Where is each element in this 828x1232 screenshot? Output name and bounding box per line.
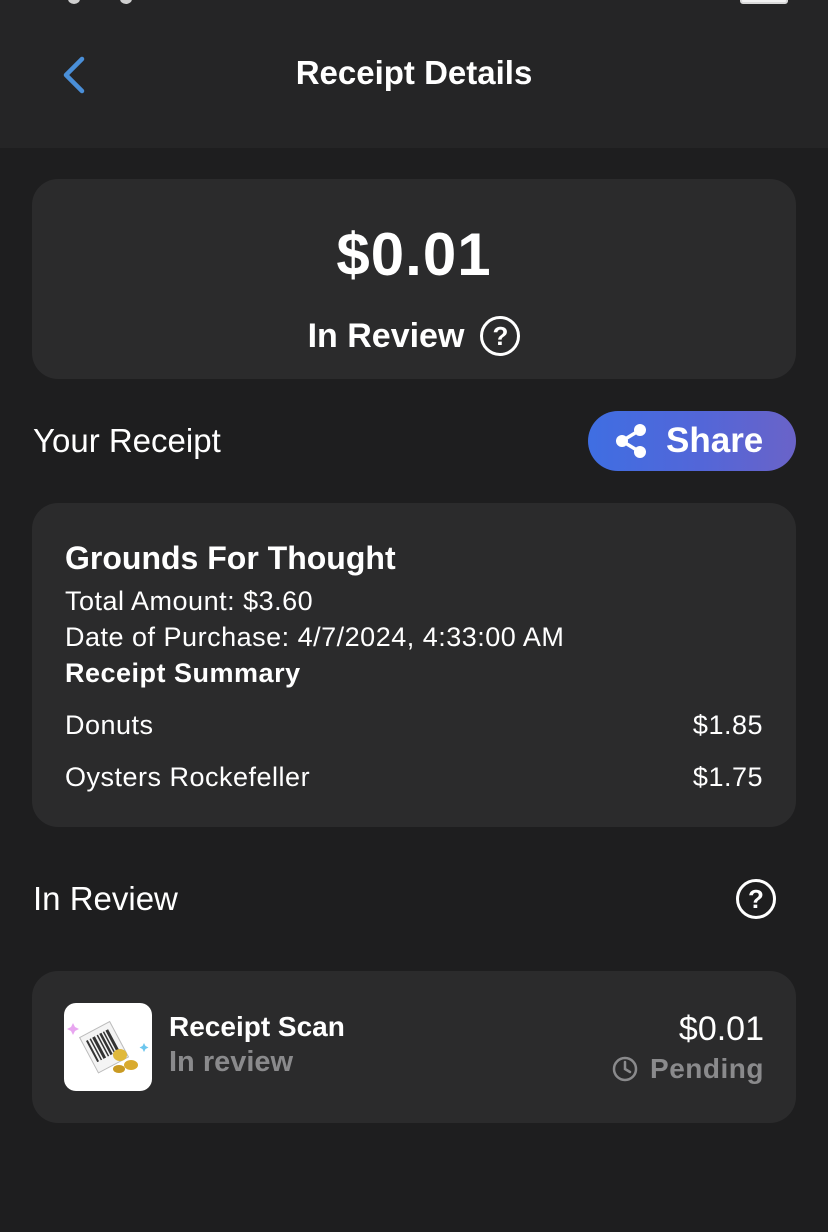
battery-icon (740, 0, 788, 4)
total-amount: Total Amount: $3.60 (65, 586, 314, 616)
pending-label: Pending (650, 1053, 764, 1084)
item-price: $1.75 (692, 762, 763, 792)
review-entry-title: Receipt Scan (169, 1011, 345, 1042)
your-receipt-heading: Your Receipt (33, 422, 221, 459)
review-entry-subtitle: In review (169, 1046, 294, 1078)
question-circle-icon[interactable]: ? (736, 879, 776, 919)
review-entry-amount: $0.01 (678, 1010, 764, 1048)
clock-icon (612, 1056, 638, 1082)
receipt-scan-thumbnail (64, 1003, 152, 1091)
reward-amount: $0.01 (336, 221, 492, 288)
question-circle-icon[interactable]: ? (480, 316, 521, 356)
reward-status-label: In Review (307, 316, 465, 355)
date-of-purchase: Date of Purchase: 4/7/2024, 4:33:00 AM (65, 622, 565, 652)
item-name: Oysters Rockefeller (65, 762, 311, 792)
list-item: Oysters Rockefeller $1.75 (65, 762, 763, 793)
share-button[interactable]: Share (588, 411, 796, 471)
page-title: Receipt Details (295, 54, 533, 91)
share-icon (616, 424, 646, 458)
item-price: $1.85 (692, 710, 763, 740)
receipt-scan-illustration (67, 1020, 149, 1074)
item-name: Donuts (65, 710, 154, 740)
in-review-heading: In Review (33, 880, 178, 917)
receipt-summary-label: Receipt Summary (65, 658, 301, 688)
pending-status: Pending (612, 1053, 764, 1085)
signal-indicator (60, 0, 140, 4)
reward-status-row: In Review ? (0, 316, 828, 356)
merchant-name: Grounds For Thought (65, 540, 396, 576)
top-nav-bar: Receipt Details (0, 0, 828, 148)
share-label: Share (666, 421, 764, 460)
list-item: Donuts $1.85 (65, 710, 763, 741)
status-bar (0, 0, 828, 10)
